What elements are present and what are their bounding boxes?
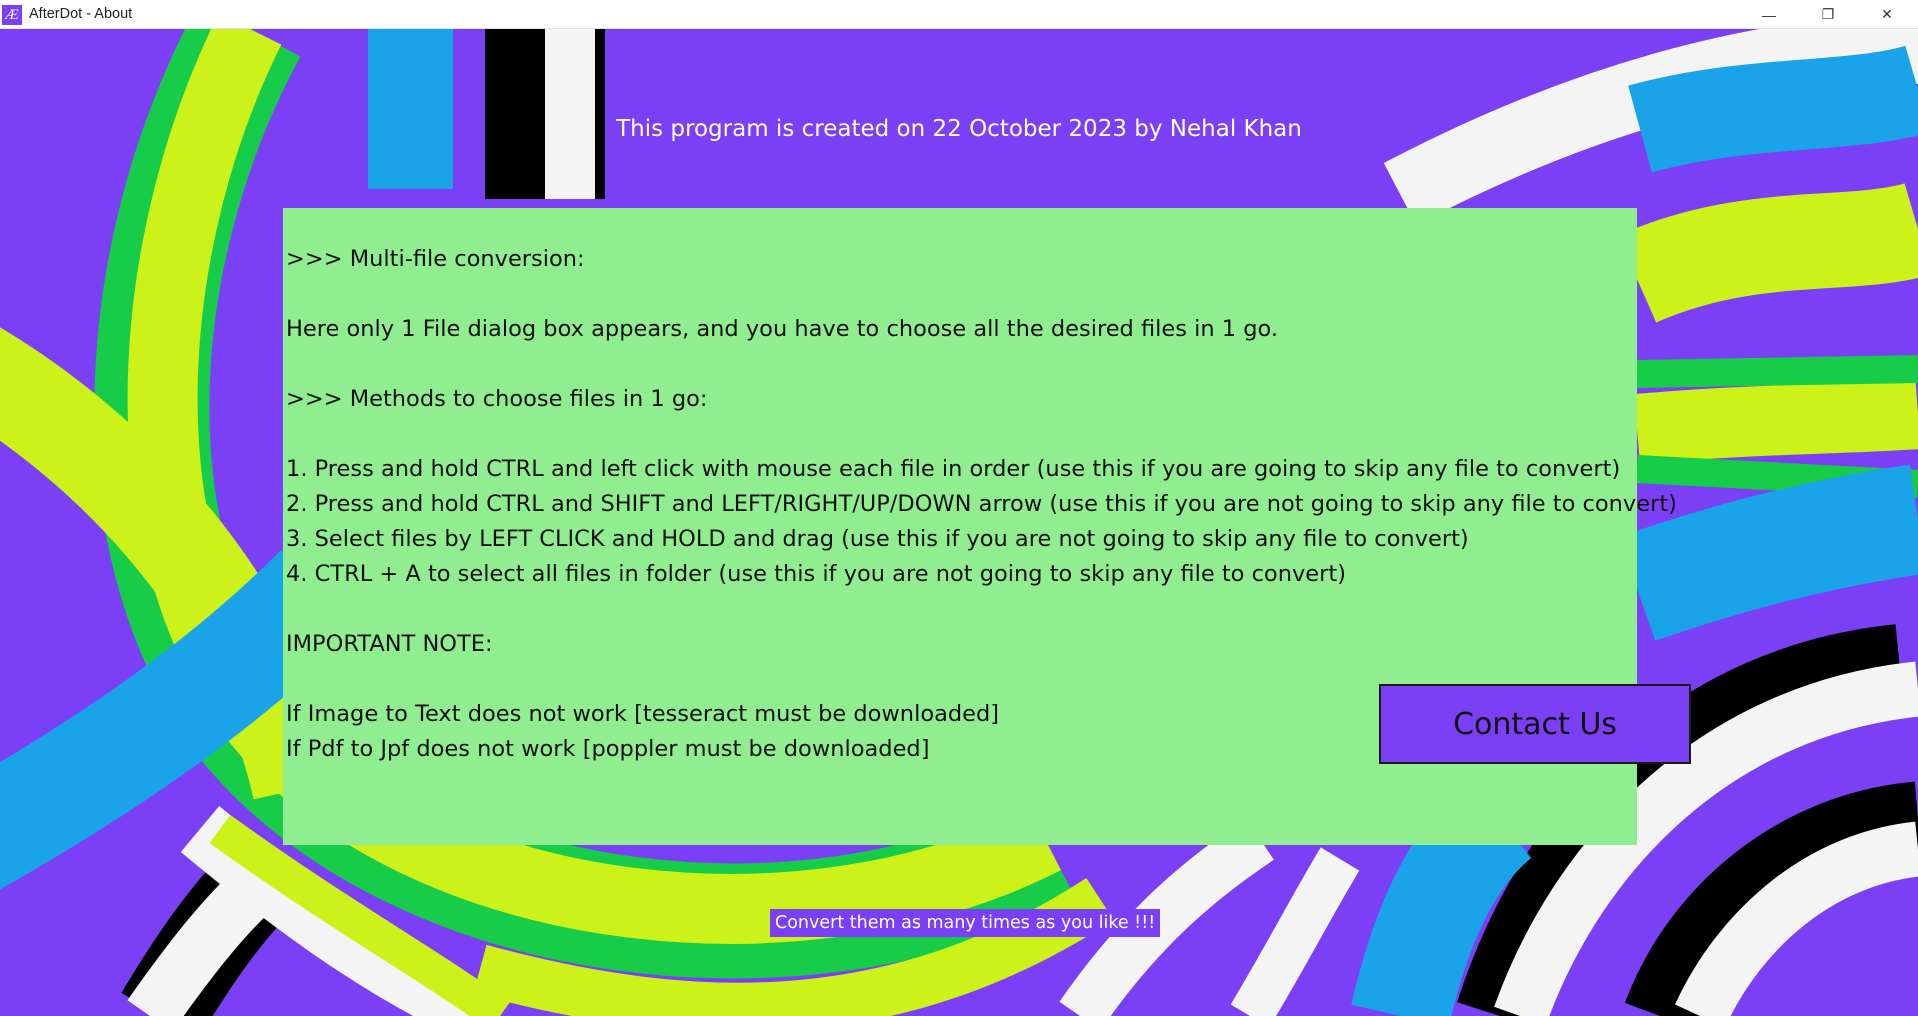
about-window-content: This program is created on 22 October 20… xyxy=(0,29,1918,1016)
info-line xyxy=(286,277,1677,312)
info-line xyxy=(286,592,1677,627)
close-button[interactable]: ✕ xyxy=(1864,0,1910,29)
info-line xyxy=(286,347,1677,382)
info-line xyxy=(286,417,1677,452)
title-bar: Æ AfterDot - About — ❐ ✕ xyxy=(0,0,1918,29)
creator-credit: This program is created on 22 October 20… xyxy=(616,116,1302,142)
footer-tagline: Convert them as many times as you like !… xyxy=(770,909,1161,937)
contact-us-button[interactable]: Contact Us xyxy=(1379,684,1691,764)
info-line: 1. Press and hold CTRL and left click wi… xyxy=(286,456,1621,482)
app-icon: Æ xyxy=(2,5,22,25)
info-line: Here only 1 File dialog box appears, and… xyxy=(286,316,1279,342)
window-title: AfterDot - About xyxy=(29,6,133,22)
info-line: 2. Press and hold CTRL and SHIFT and LEF… xyxy=(286,491,1677,517)
info-line: 3. Select files by LEFT CLICK and HOLD a… xyxy=(286,526,1469,552)
info-line: >>> Multi-file conversion: xyxy=(286,246,585,272)
info-line: >>> Methods to choose files in 1 go: xyxy=(286,386,708,412)
info-line: 4. CTRL + A to select all files in folde… xyxy=(286,561,1346,587)
minimize-button[interactable]: — xyxy=(1746,0,1792,29)
restore-button[interactable]: ❐ xyxy=(1805,0,1851,29)
info-line: IMPORTANT NOTE: xyxy=(286,631,493,657)
